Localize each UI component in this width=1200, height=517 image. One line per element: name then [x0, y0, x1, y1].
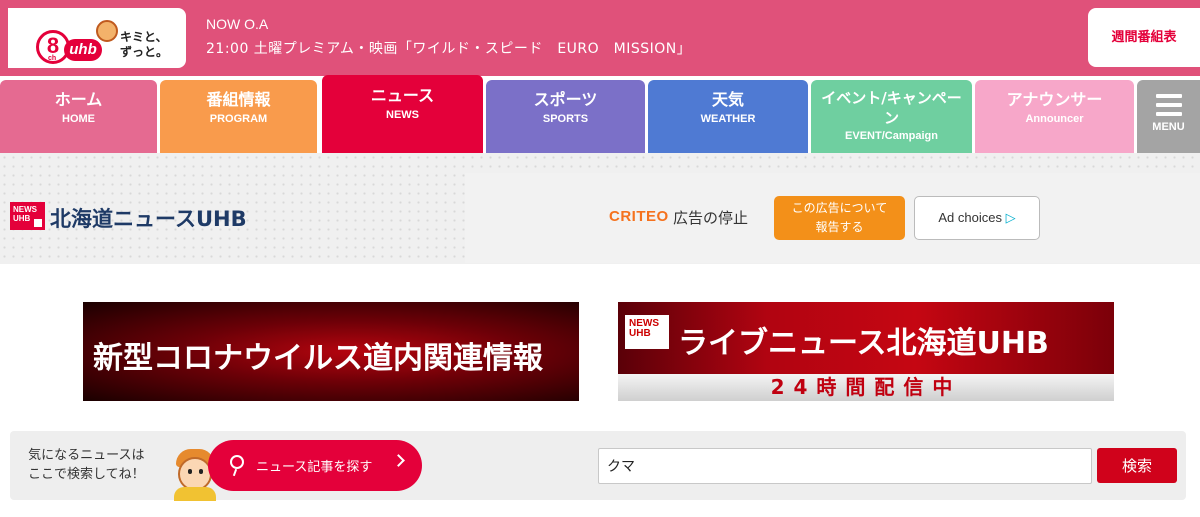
site-band: NEWS UHB 北海道ニュースUHB CRITEO 広告の停止 この広告につい…	[0, 153, 1200, 264]
uhb-logo[interactable]: 8 ch uhb キミと、 ずっと。	[8, 8, 186, 68]
now-onair-label: NOW O.A	[206, 16, 269, 32]
tab-news[interactable]: ニュース NEWS	[322, 75, 483, 153]
search-input[interactable]	[598, 448, 1092, 484]
news-search-bar: 気になるニュースは ここで検索してね！ ニュース記事を探す 検索	[10, 431, 1186, 501]
criteo-logo: CRITEO	[609, 208, 669, 225]
mascot-icon	[96, 20, 118, 42]
hamburger-icon	[1156, 94, 1182, 116]
chevron-right-icon	[392, 454, 405, 467]
tab-event-campaign[interactable]: イベント/キャンペーン EVENT/Campaign	[811, 80, 972, 153]
main-nav: ホーム HOME 番組情報 PROGRAM ニュース NEWS スポーツ SPORTS …	[0, 75, 1200, 153]
adchoices-icon: ▷	[1005, 210, 1016, 225]
tab-sports[interactable]: スポーツ SPORTS	[486, 80, 645, 153]
tab-program[interactable]: 番組情報 PROGRAM	[160, 80, 317, 153]
live-news-subtitle: 24時間配信中	[770, 375, 962, 399]
uhb-wordmark: uhb	[64, 39, 102, 61]
ad-stop-label: 広告の停止	[673, 209, 749, 227]
news-uhb-badge-icon: NEWS UHB	[625, 315, 669, 349]
corona-info-banner[interactable]: 新型コロナウイルス道内関連情報	[83, 302, 579, 401]
logo-tagline: キミと、 ずっと。	[120, 30, 169, 59]
weekly-schedule-button[interactable]: 週間番組表	[1088, 8, 1200, 67]
search-submit-button[interactable]: 検索	[1097, 448, 1177, 483]
tab-home[interactable]: ホーム HOME	[0, 80, 157, 153]
adchoices-button[interactable]: Ad choices ▷	[914, 196, 1040, 240]
search-icon	[230, 455, 244, 469]
tab-announcer[interactable]: アナウンサー Announcer	[975, 80, 1134, 153]
now-onair-program[interactable]: 21:00 土曜プレミアム・映画「ワイルド・スピード EURO MISSION」	[206, 38, 691, 58]
live-news-headline: ライブニュース北海道UHB	[678, 326, 1049, 361]
menu-button[interactable]: MENU	[1137, 80, 1200, 153]
tab-weather[interactable]: 天気 WEATHER	[648, 80, 808, 153]
search-hint: 気になるニュースは ここで検索してね！	[28, 448, 145, 482]
report-ad-button[interactable]: この広告について 報告する	[774, 196, 905, 240]
news-uhb-badge-icon: NEWS UHB	[10, 202, 45, 230]
site-name: 北海道ニュースUHB	[50, 207, 247, 231]
top-header: 8 ch uhb キミと、 ずっと。 NOW O.A 21:00 土曜プレミアム…	[0, 0, 1200, 76]
find-news-button[interactable]: ニュース記事を探す	[208, 440, 422, 491]
ad-overlay: CRITEO 広告の停止 この広告について 報告する Ad choices ▷	[465, 173, 1200, 263]
live-news-banner[interactable]: NEWS UHB ライブニュース北海道UHB 24時間配信中	[618, 302, 1114, 401]
